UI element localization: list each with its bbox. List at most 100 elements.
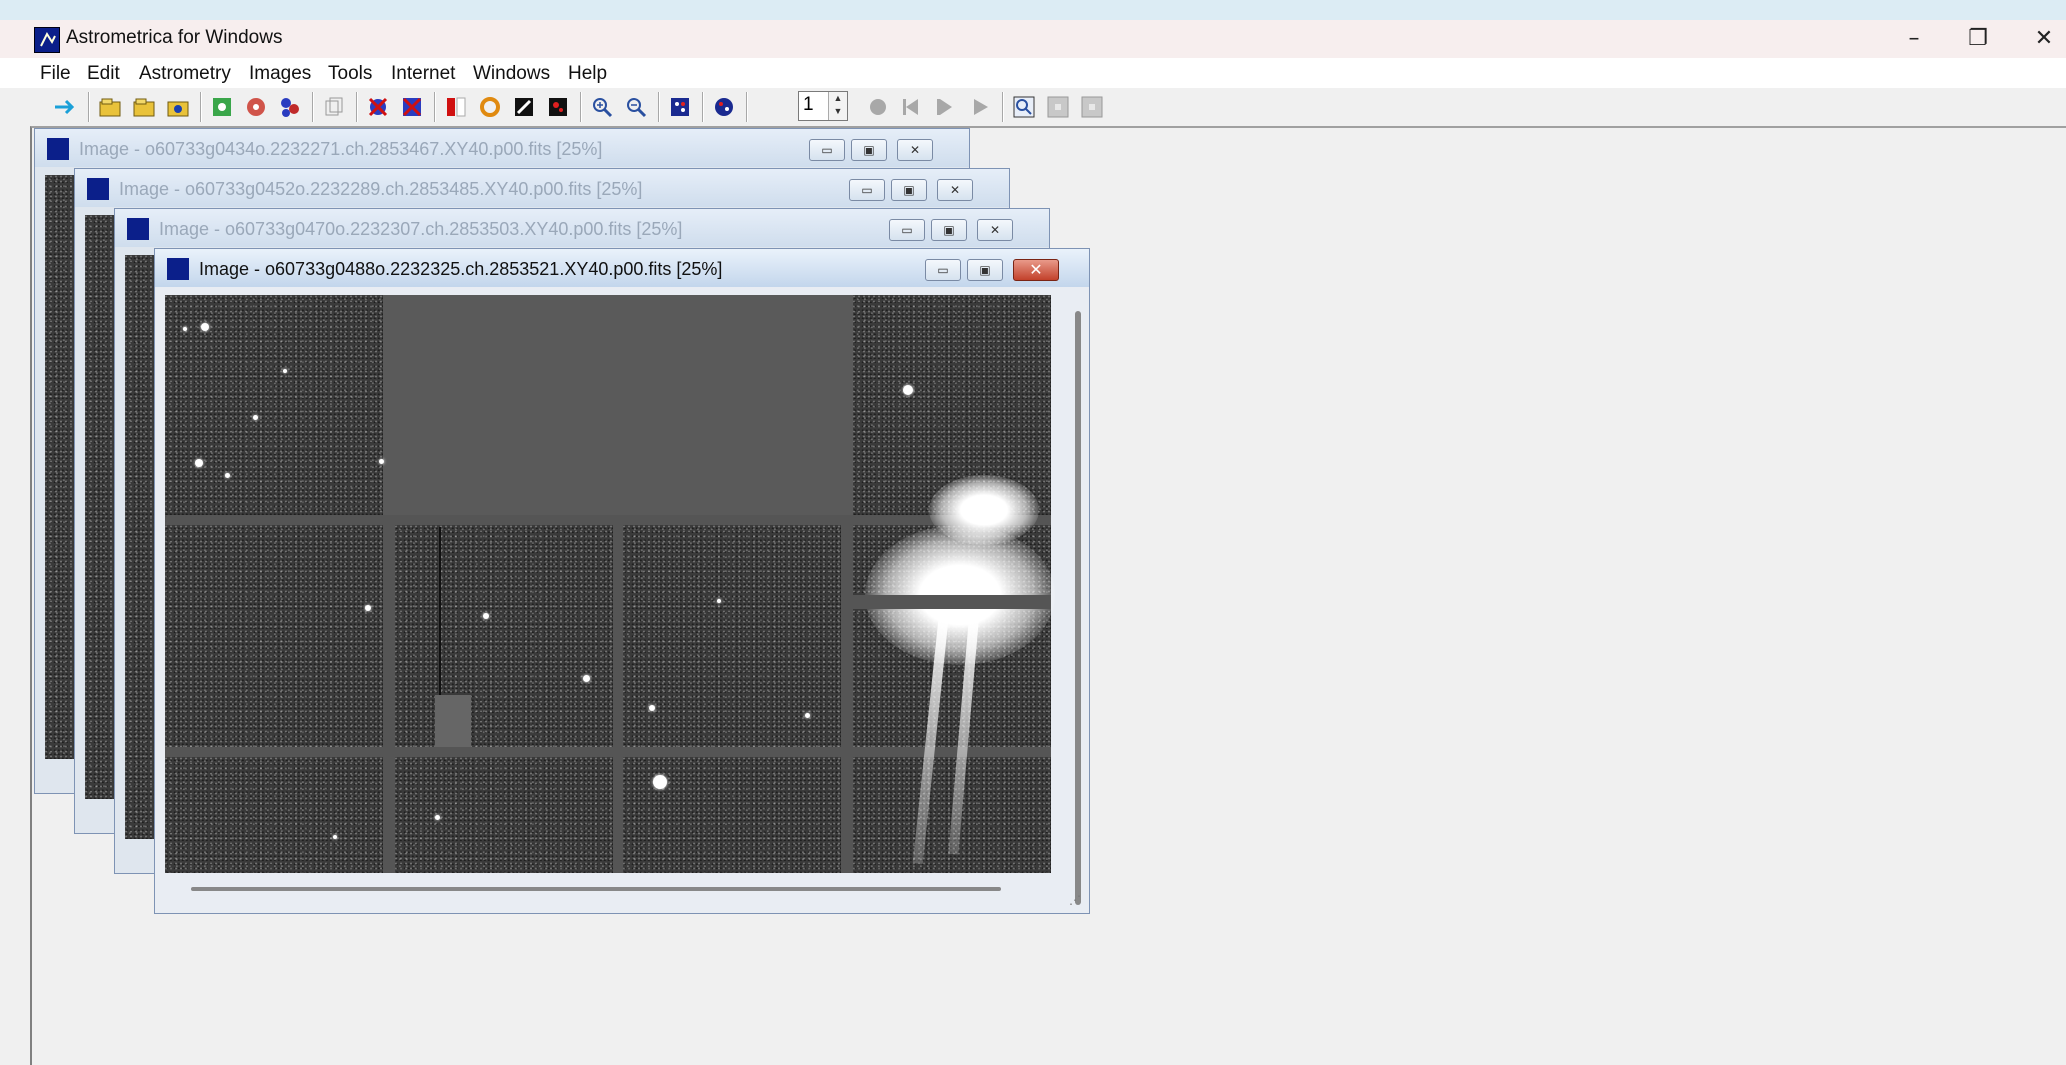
image-window-close-button[interactable]: ✕ bbox=[897, 139, 933, 161]
star bbox=[333, 835, 337, 839]
globe-icon[interactable] bbox=[712, 95, 736, 119]
image-window-maximize-button[interactable]: ▣ bbox=[851, 139, 887, 161]
image-window-minimize-button[interactable]: ▭ bbox=[849, 179, 885, 201]
menu-tools[interactable]: Tools bbox=[328, 63, 372, 85]
data-reduction-icon[interactable] bbox=[210, 95, 234, 119]
image-window-4-active[interactable]: Image - o60733g0488o.2232325.ch.2853521.… bbox=[154, 248, 1090, 914]
frame-value[interactable]: 1 bbox=[803, 94, 814, 116]
settings-icon[interactable] bbox=[244, 95, 268, 119]
star bbox=[283, 369, 287, 373]
zoom-in-icon[interactable] bbox=[590, 95, 614, 119]
image-gap-region bbox=[383, 295, 853, 515]
star bbox=[653, 775, 667, 789]
menu-windows[interactable]: Windows bbox=[473, 63, 550, 85]
app-window: Astrometrica for Windows – ❐ ✕ File Edit… bbox=[0, 20, 2066, 1065]
known-objects-icon[interactable] bbox=[278, 95, 302, 119]
image-window-minimize-button[interactable]: ▭ bbox=[889, 219, 925, 241]
image-window-title-bar[interactable]: Image - o60733g0452o.2232289.ch.2853485.… bbox=[75, 169, 1009, 207]
magnify-icon[interactable] bbox=[1012, 95, 1036, 119]
blink-icon[interactable] bbox=[444, 95, 468, 119]
play-icon[interactable] bbox=[968, 95, 992, 119]
zoom-out-icon[interactable] bbox=[624, 95, 648, 119]
menu-edit[interactable]: Edit bbox=[87, 63, 120, 85]
image-window-title: Image - o60733g0488o.2232325.ch.2853521.… bbox=[199, 259, 723, 279]
open-image-icon[interactable] bbox=[98, 95, 122, 119]
restore-window-button[interactable]: ❐ bbox=[1944, 20, 2012, 58]
color-icon[interactable] bbox=[478, 95, 502, 119]
image-window-icon bbox=[87, 178, 109, 200]
next-frame-icon[interactable] bbox=[934, 95, 958, 119]
bleed-region bbox=[435, 695, 471, 747]
prev-frame-icon[interactable] bbox=[900, 95, 924, 119]
image-window-title-bar[interactable]: Image - o60733g0434o.2232271.ch.2853467.… bbox=[35, 129, 969, 167]
box2-icon[interactable] bbox=[1080, 95, 1104, 119]
image-window-maximize-button[interactable]: ▣ bbox=[891, 179, 927, 201]
image-window-title-bar[interactable]: Image - o60733g0470o.2232307.ch.2853503.… bbox=[115, 209, 1049, 247]
image-window-maximize-button[interactable]: ▣ bbox=[931, 219, 967, 241]
star bbox=[435, 815, 440, 820]
image-chip bbox=[395, 525, 613, 747]
star bbox=[483, 613, 489, 619]
image-window-maximize-button[interactable]: ▣ bbox=[967, 259, 1003, 281]
astronomical-image[interactable] bbox=[165, 295, 1055, 873]
horizontal-scrollbar[interactable] bbox=[191, 887, 1001, 891]
image-window-title: Image - o60733g0452o.2232289.ch.2853485.… bbox=[119, 179, 643, 199]
star bbox=[903, 385, 913, 395]
menu-images[interactable]: Images bbox=[249, 63, 311, 85]
spinner-arrows-icon[interactable]: ▲ ▼ bbox=[828, 92, 847, 120]
star bbox=[225, 473, 230, 478]
box-icon[interactable] bbox=[1046, 95, 1070, 119]
menu-internet[interactable]: Internet bbox=[391, 63, 455, 85]
image-window-close-button[interactable]: ✕ bbox=[937, 179, 973, 201]
image-window-close-button[interactable]: ✕ bbox=[977, 219, 1013, 241]
image-window-minimize-button[interactable]: ▭ bbox=[925, 259, 961, 281]
open-folder-icon[interactable] bbox=[132, 95, 156, 119]
edit-icon[interactable] bbox=[512, 95, 536, 119]
star bbox=[183, 327, 187, 331]
menu-astrometry[interactable]: Astrometry bbox=[139, 63, 231, 85]
title-bar: Astrometrica for Windows – ❐ ✕ bbox=[0, 20, 2066, 58]
delete-all-icon[interactable] bbox=[400, 95, 424, 119]
image-chip bbox=[623, 757, 841, 873]
star bbox=[805, 713, 810, 718]
close-window-button[interactable]: ✕ bbox=[2010, 20, 2066, 58]
star bbox=[365, 605, 371, 611]
dice-icon[interactable] bbox=[668, 95, 692, 119]
menu-help[interactable]: Help bbox=[568, 63, 607, 85]
image-chip bbox=[165, 525, 383, 747]
delete-icon[interactable] bbox=[366, 95, 390, 119]
saturated-gap bbox=[853, 595, 1051, 609]
column-defect bbox=[439, 527, 441, 697]
connect-icon[interactable] bbox=[52, 95, 76, 119]
astronomical-image[interactable] bbox=[125, 255, 155, 839]
star bbox=[649, 705, 655, 711]
image-window-minimize-button[interactable]: ▭ bbox=[809, 139, 845, 161]
image-chip bbox=[165, 757, 383, 873]
image-window-icon bbox=[127, 218, 149, 240]
star bbox=[717, 599, 721, 603]
vertical-scrollbar[interactable] bbox=[1075, 311, 1081, 905]
image-window-icon bbox=[167, 258, 189, 280]
star bbox=[195, 459, 203, 467]
image-window-close-button[interactable]: ✕ bbox=[1013, 259, 1059, 281]
image-window-title-bar[interactable]: Image - o60733g0488o.2232325.ch.2853521.… bbox=[155, 249, 1089, 287]
menu-file[interactable]: File bbox=[40, 63, 71, 85]
app-title: Astrometrica for Windows bbox=[66, 27, 283, 48]
open-catalog-icon[interactable] bbox=[166, 95, 190, 119]
minimize-window-button[interactable]: – bbox=[1880, 20, 1948, 58]
menu-bar: File Edit Astrometry Images Tools Intern… bbox=[0, 58, 2066, 88]
copy-icon[interactable] bbox=[322, 95, 346, 119]
contrast-icon[interactable] bbox=[546, 95, 570, 119]
astronomical-image[interactable] bbox=[85, 215, 115, 799]
image-window-title: Image - o60733g0470o.2232307.ch.2853503.… bbox=[159, 219, 683, 239]
astronomical-image[interactable] bbox=[45, 175, 75, 759]
image-chip bbox=[165, 295, 383, 515]
toolbar: 1 ▲ ▼ bbox=[30, 88, 2066, 126]
resize-grip-icon[interactable]: ⋰ bbox=[1069, 893, 1083, 907]
record-icon[interactable] bbox=[866, 95, 890, 119]
astrometrica-app-icon bbox=[34, 27, 60, 53]
star bbox=[201, 323, 209, 331]
mdi-workspace: Image - o60733g0434o.2232271.ch.2853467.… bbox=[30, 126, 2066, 1065]
star bbox=[583, 675, 590, 682]
frame-spinner[interactable]: 1 ▲ ▼ bbox=[798, 91, 848, 121]
